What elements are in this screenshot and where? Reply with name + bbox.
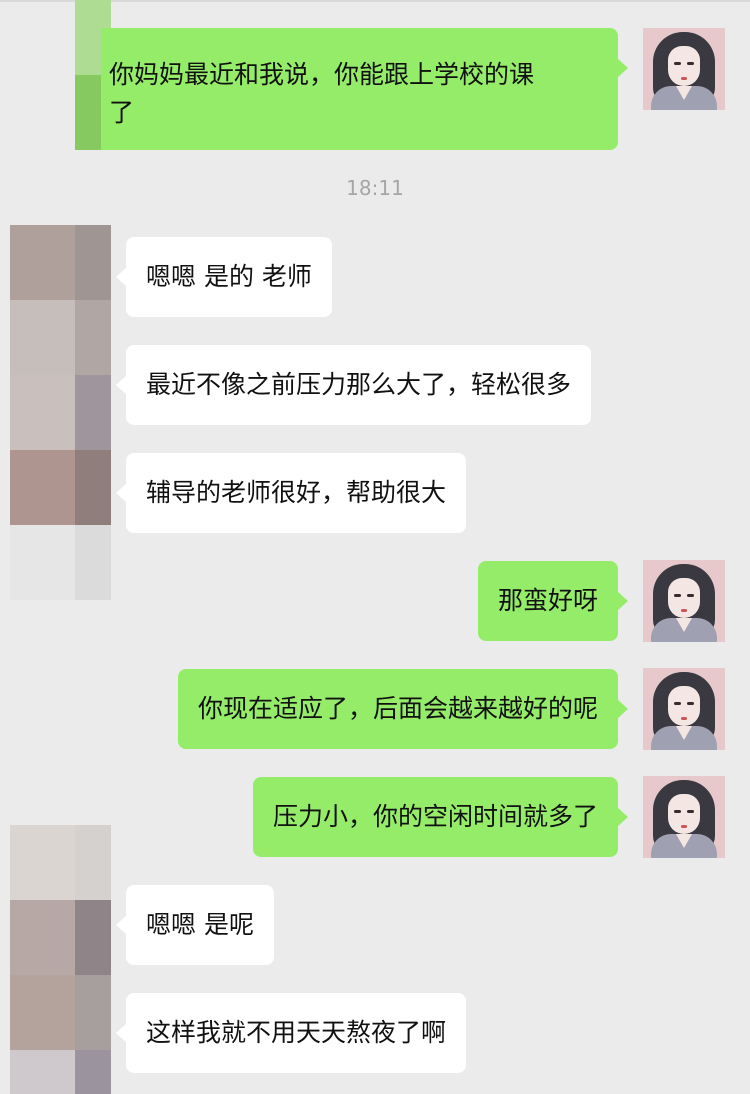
message-timestamp: 18:11 [346,176,404,200]
message-text: 辅导的老师很好，帮助很大 [146,478,447,507]
self-avatar[interactable] [643,560,725,642]
message-bubble-outgoing[interactable]: 你现在适应了，后面会越来越好的呢 [177,669,629,749]
message-bubble-incoming[interactable]: 嗯嗯 是呢 [116,885,274,965]
message-text: 你现在适应了，后面会越来越好的呢 [197,694,598,723]
message-text: 这样我就不用天天熬夜了啊 [146,1018,447,1047]
message-bubble-incoming[interactable]: 辅导的老师很好，帮助很大 [115,453,467,533]
message-bubble-incoming[interactable]: 最近不像之前压力那么大了，轻松很多 [115,345,592,425]
message-bubble-outgoing[interactable]: 你妈妈最近和我说，你能跟上学校的课 了 [101,28,628,150]
message-bubble-incoming[interactable]: 嗯嗯 是的 老师 [116,237,332,317]
message-bubble-incoming[interactable]: 这样我就不用天天熬夜了啊 [115,993,467,1073]
message-text-line: 你妈妈最近和我说，你能跟上学校的课 [109,60,535,89]
message-text: 那蛮好呀 [497,586,598,615]
contact-avatar-pixelated[interactable] [10,825,111,1094]
message-text: 嗯嗯 是的 老师 [146,262,312,291]
message-text: 嗯嗯 是呢 [146,910,254,939]
message-text: 最近不像之前压力那么大了，轻松很多 [146,370,572,399]
message-text-line: 了 [109,98,135,127]
self-avatar[interactable] [643,776,725,858]
self-avatar[interactable] [643,668,725,750]
message-bubble-outgoing[interactable]: 那蛮好呀 [477,561,629,641]
message-bubble-outgoing[interactable]: 压力小，你的空闲时间就多了 [252,777,629,857]
top-divider [0,0,750,2]
self-avatar[interactable] [643,28,725,110]
contact-avatar-pixelated[interactable] [10,225,111,600]
message-text: 压力小，你的空闲时间就多了 [272,802,598,831]
